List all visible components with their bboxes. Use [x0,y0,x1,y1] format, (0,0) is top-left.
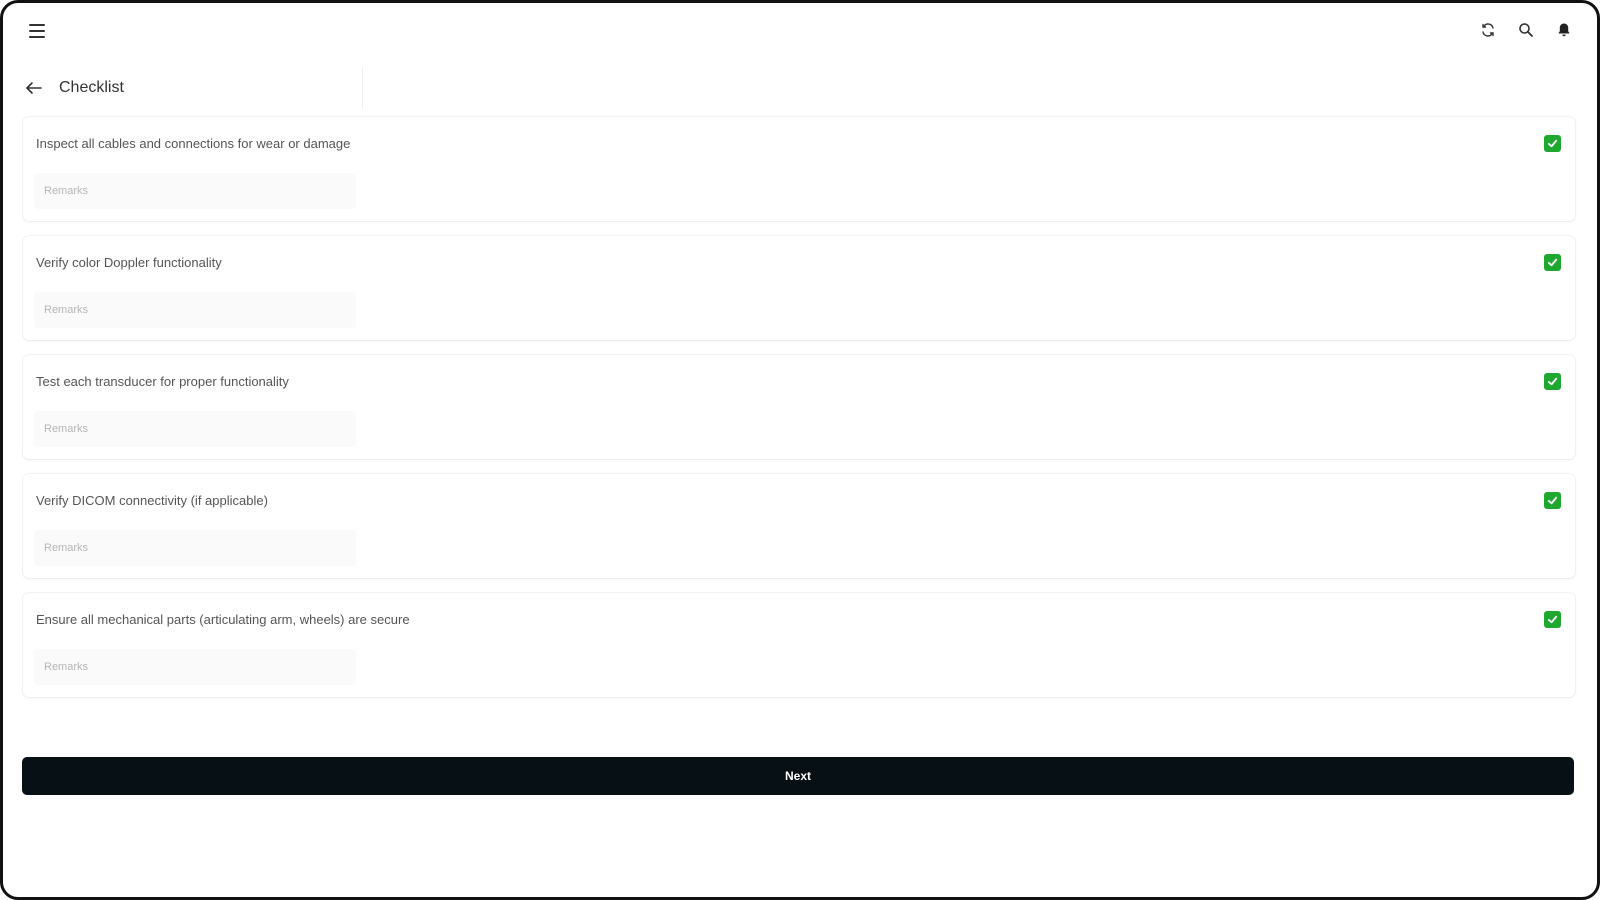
top-actions [1477,19,1575,41]
checkbox-checked-icon[interactable] [1544,373,1561,390]
checkbox-checked-icon[interactable] [1544,492,1561,509]
checklist-item: Inspect all cables and connections for w… [23,117,1575,221]
next-button[interactable]: Next [22,757,1574,795]
menu-icon[interactable] [27,21,47,41]
app-frame: Checklist Inspect all cables and connect… [0,0,1600,900]
checkbox-checked-icon[interactable] [1544,135,1561,152]
page-title: Checklist [59,79,124,96]
remarks-input[interactable] [34,173,356,209]
remarks-input[interactable] [34,649,356,685]
remarks-input[interactable] [34,292,356,328]
remarks-input[interactable] [34,411,356,447]
checklist-item-label: Verify color Doppler functionality [36,255,222,270]
checklist: Inspect all cables and connections for w… [23,117,1575,712]
checklist-item-label: Ensure all mechanical parts (articulatin… [36,612,410,627]
sync-icon[interactable] [1477,19,1499,41]
checklist-item: Ensure all mechanical parts (articulatin… [23,593,1575,697]
page-header: Checklist [13,67,363,109]
checklist-item: Verify color Doppler functionality [23,236,1575,340]
checklist-item: Test each transducer for proper function… [23,355,1575,459]
checkbox-checked-icon[interactable] [1544,254,1561,271]
app-bar [3,3,1597,59]
checklist-item-label: Test each transducer for proper function… [36,374,289,389]
search-icon[interactable] [1515,19,1537,41]
remarks-input[interactable] [34,530,356,566]
checklist-item: Verify DICOM connectivity (if applicable… [23,474,1575,578]
bell-icon[interactable] [1553,19,1575,41]
arrow-left-icon[interactable] [23,77,45,99]
checklist-item-label: Verify DICOM connectivity (if applicable… [36,493,268,508]
checkbox-checked-icon[interactable] [1544,611,1561,628]
checklist-item-label: Inspect all cables and connections for w… [36,136,351,151]
